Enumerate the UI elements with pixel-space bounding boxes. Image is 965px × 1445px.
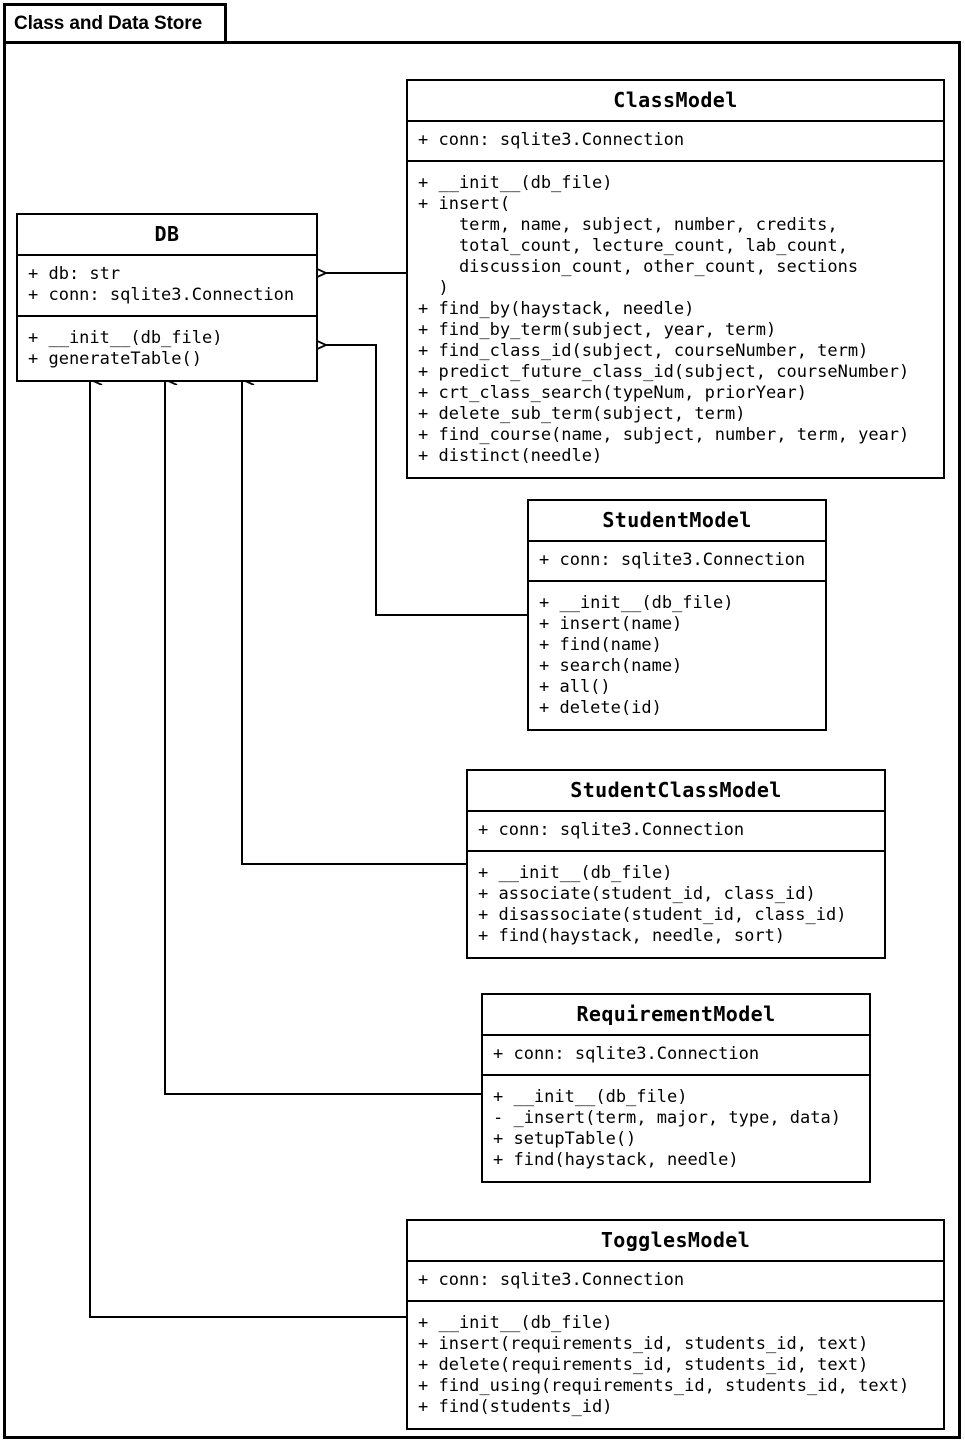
operation-row-continuation: total_count, lecture_count, lab_count, — [418, 236, 848, 256]
class-box-class-model[interactable]: ClassModel + conn: sqlite3.Connection + … — [406, 79, 945, 479]
operation-row: + find(haystack, needle) — [493, 1150, 739, 1170]
class-name-student-class-model: StudentClassModel — [468, 771, 884, 812]
operation-row: + find(name) — [539, 635, 662, 655]
operation-row: + crt_class_search(typeNum, priorYear) — [418, 383, 807, 403]
class-operations-student-class-model: + __init__(db_file) + associate(student_… — [468, 852, 884, 957]
operation-row: + find(students_id) — [418, 1397, 613, 1417]
operation-row: + delete(id) — [539, 698, 662, 718]
operation-row: + setupTable() — [493, 1129, 637, 1149]
class-attributes-class-model: + conn: sqlite3.Connection — [408, 122, 943, 162]
class-operations-requirement-model: + __init__(db_file) - _insert(term, majo… — [483, 1076, 869, 1181]
class-name-toggles-model: TogglesModel — [408, 1221, 943, 1262]
operation-row-continuation: term, name, subject, number, credits, — [418, 215, 838, 235]
operation-row: + find_by(haystack, needle) — [418, 299, 695, 319]
class-attributes-student-class-model: + conn: sqlite3.Connection — [468, 812, 884, 852]
operation-row: + search(name) — [539, 656, 683, 676]
class-box-student-model[interactable]: StudentModel + conn: sqlite3.Connection … — [527, 499, 827, 731]
attribute-row: + conn: sqlite3.Connection — [478, 820, 745, 840]
class-name-db: DB — [18, 215, 316, 256]
operation-row: + insert(requirements_id, students_id, t… — [418, 1334, 869, 1354]
operation-row: + associate(student_id, class_id) — [478, 884, 816, 904]
operation-row: + __init__(db_file) — [539, 593, 734, 613]
operation-row: + insert( — [418, 194, 511, 214]
class-box-toggles-model[interactable]: TogglesModel + conn: sqlite3.Connection … — [406, 1219, 945, 1430]
operation-row: + __init__(db_file) — [28, 328, 223, 348]
attribute-row: + conn: sqlite3.Connection — [418, 1270, 685, 1290]
package-title-tab: Class and Data Store — [3, 3, 227, 44]
operation-row: + __init__(db_file) — [478, 863, 673, 883]
operation-row: + delete(requirements_id, students_id, t… — [418, 1355, 869, 1375]
class-attributes-toggles-model: + conn: sqlite3.Connection — [408, 1262, 943, 1302]
attribute-row: + db: str — [28, 264, 121, 284]
class-attributes-db: + db: str + conn: sqlite3.Connection — [18, 256, 316, 317]
class-attributes-requirement-model: + conn: sqlite3.Connection — [483, 1036, 869, 1076]
operation-row: + find_course(name, subject, number, ter… — [418, 425, 910, 445]
operation-row: + find(haystack, needle, sort) — [478, 926, 786, 946]
class-name-student-model: StudentModel — [529, 501, 825, 542]
attribute-row: + conn: sqlite3.Connection — [493, 1044, 760, 1064]
class-operations-student-model: + __init__(db_file) + insert(name) + fin… — [529, 582, 825, 729]
class-box-db[interactable]: DB + db: str + conn: sqlite3.Connection … — [16, 213, 318, 382]
operation-row-continuation: discussion_count, other_count, sections — [418, 257, 859, 277]
package-title-label: Class and Data Store — [14, 12, 203, 34]
operation-row: + insert(name) — [539, 614, 683, 634]
class-attributes-student-model: + conn: sqlite3.Connection — [529, 542, 825, 582]
class-name-class-model: ClassModel — [408, 81, 943, 122]
operation-row: - _insert(term, major, type, data) — [493, 1108, 841, 1128]
operation-row: + __init__(db_file) — [418, 1313, 613, 1333]
attribute-row: + conn: sqlite3.Connection — [539, 550, 806, 570]
class-operations-db: + __init__(db_file) + generateTable() — [18, 317, 316, 380]
class-name-requirement-model: RequirementModel — [483, 995, 869, 1036]
attribute-row: + conn: sqlite3.Connection — [28, 285, 295, 305]
operation-row: + __init__(db_file) — [418, 173, 613, 193]
operation-row: + delete_sub_term(subject, term) — [418, 404, 746, 424]
class-operations-toggles-model: + __init__(db_file) + insert(requirement… — [408, 1302, 943, 1428]
operation-row: + __init__(db_file) — [493, 1087, 688, 1107]
operation-row: + generateTable() — [28, 349, 202, 369]
attribute-row: + conn: sqlite3.Connection — [418, 130, 685, 150]
class-operations-class-model: + __init__(db_file) + insert( term, name… — [408, 162, 943, 477]
operation-row: + predict_future_class_id(subject, cours… — [418, 362, 910, 382]
operation-row: + distinct(needle) — [418, 446, 603, 466]
operation-row-continuation: ) — [418, 278, 449, 298]
operation-row: + find_using(requirements_id, students_i… — [418, 1376, 910, 1396]
operation-row: + disassociate(student_id, class_id) — [478, 905, 847, 925]
uml-class-diagram: Class and Data Store DB + db: str + conn… — [0, 0, 965, 1445]
operation-row: + all() — [539, 677, 611, 697]
operation-row: + find_class_id(subject, courseNumber, t… — [418, 341, 869, 361]
operation-row: + find_by_term(subject, year, term) — [418, 320, 777, 340]
class-box-requirement-model[interactable]: RequirementModel + conn: sqlite3.Connect… — [481, 993, 871, 1183]
class-box-student-class-model[interactable]: StudentClassModel + conn: sqlite3.Connec… — [466, 769, 886, 959]
